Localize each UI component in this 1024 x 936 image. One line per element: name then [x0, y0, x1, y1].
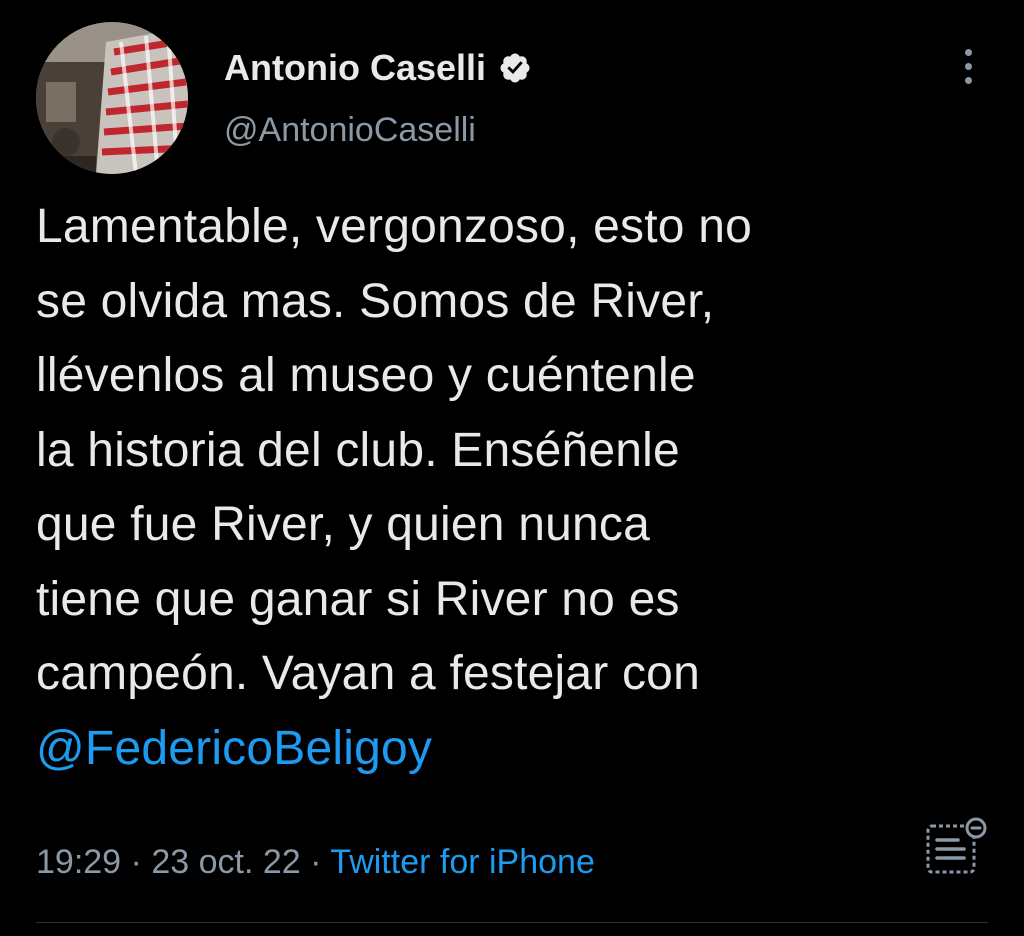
tweet-text-line: campeón. Vayan a festejar con — [36, 647, 700, 700]
tweet-text-line: que fue River, y quien nunca — [36, 498, 651, 551]
more-options-icon[interactable] — [948, 44, 988, 88]
verified-badge-icon — [498, 51, 532, 85]
tweet-text-line: tiene que ganar si River no es — [36, 572, 680, 626]
tweet-text: Lamentable, vergonzoso, esto no se olvid… — [36, 190, 976, 786]
tweet-detail: Antonio Caselli @AntonioCaselli Lamentab… — [0, 0, 1024, 936]
view-analytics-icon[interactable] — [920, 812, 990, 882]
tweet-text-line: se olvida mas. Somos de River, — [36, 274, 715, 328]
tweet-metadata: 19:29 · 23 oct. 22 · Twitter for iPhone — [36, 838, 595, 886]
avatar-photo-icon — [36, 22, 188, 174]
divider — [36, 922, 988, 923]
more-dot — [964, 48, 972, 56]
meta-separator: · — [130, 843, 142, 881]
mention-link[interactable]: @FedericoBeligoy — [36, 712, 976, 787]
tweet-date[interactable]: 23 oct. 22 — [151, 843, 300, 881]
tweet-text-line: la historia del club. Enséñenle — [36, 423, 680, 477]
more-dot — [964, 62, 972, 70]
avatar[interactable] — [36, 22, 188, 174]
author-handle[interactable]: @AntonioCaselli — [224, 108, 476, 152]
author-display-name[interactable]: Antonio Caselli — [224, 46, 532, 90]
more-dot — [964, 76, 972, 84]
meta-separator: · — [310, 843, 322, 881]
tweet-source-link[interactable]: Twitter for iPhone — [330, 843, 595, 881]
tweet-text-line: Lamentable, vergonzoso, esto no — [36, 200, 753, 253]
tweet-time[interactable]: 19:29 — [36, 843, 121, 881]
display-name-text[interactable]: Antonio Caselli — [224, 46, 486, 90]
tweet-text-line: llévenlos al museo y cuéntenle — [36, 349, 696, 402]
